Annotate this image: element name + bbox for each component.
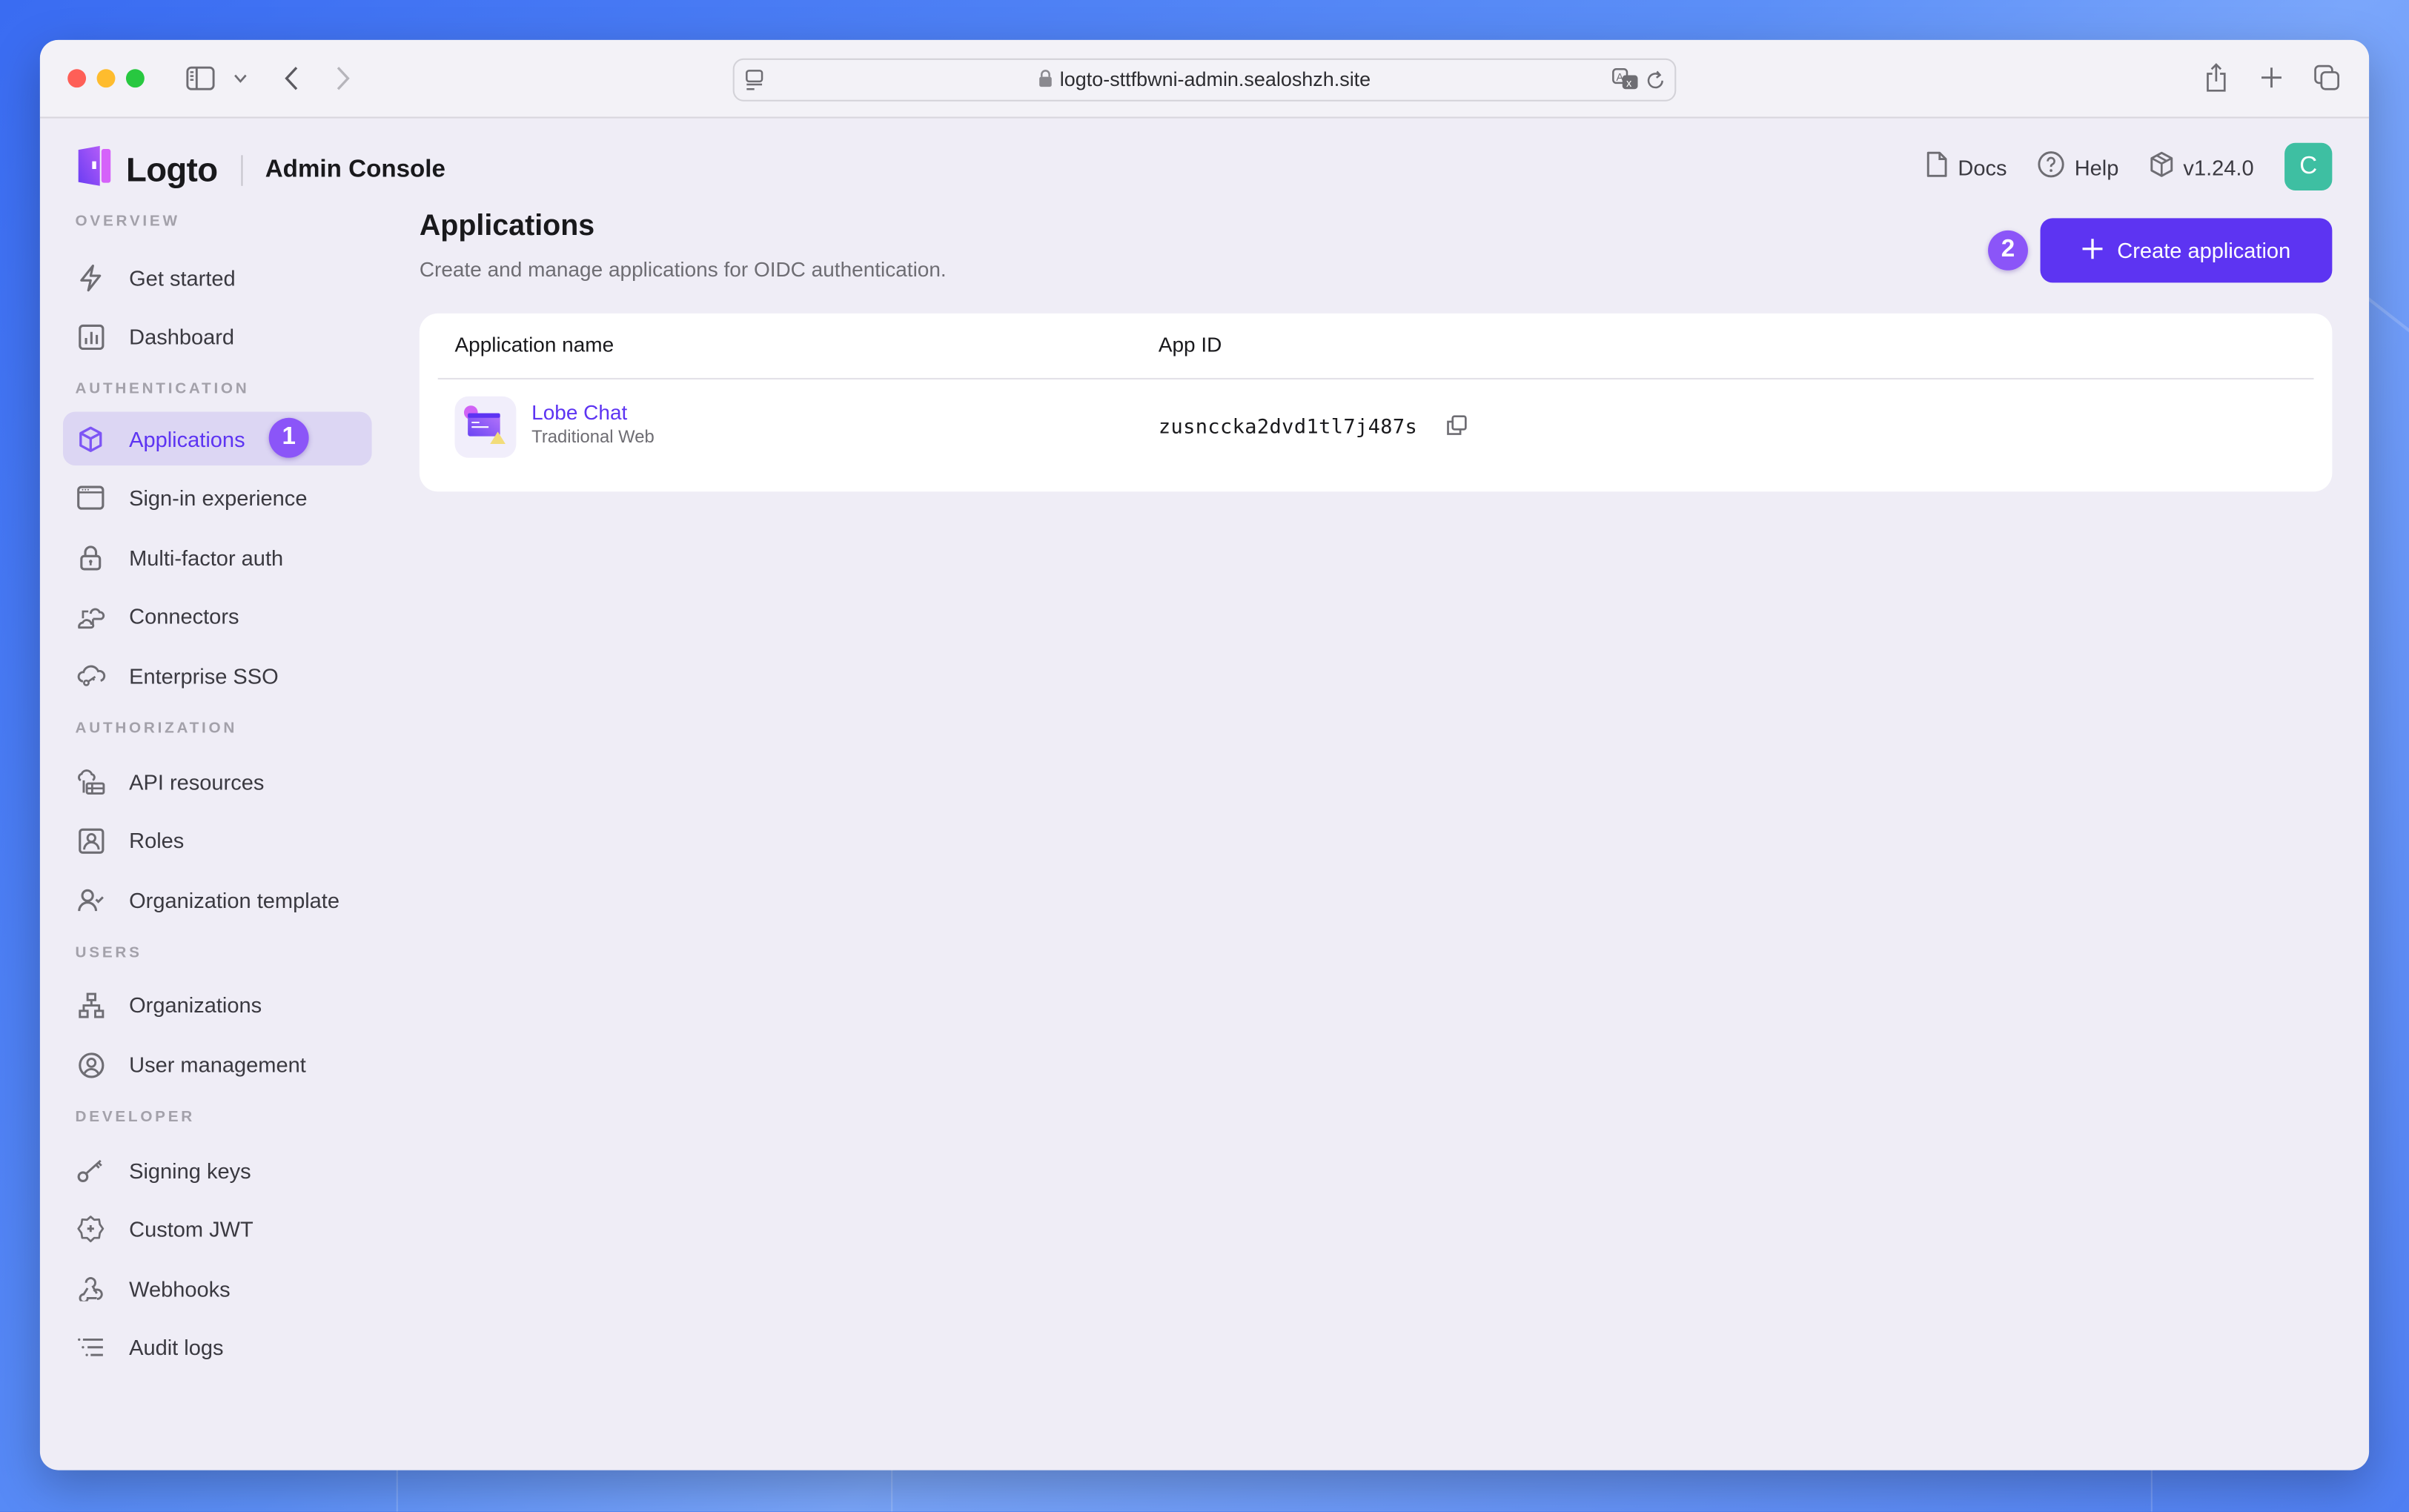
user-check-icon <box>76 885 106 915</box>
brand[interactable]: Logto Admin Console <box>77 145 445 195</box>
sidebar-item-webhooks[interactable]: Webhooks <box>63 1261 372 1316</box>
key-icon <box>76 1155 106 1185</box>
column-header-app-id: App ID <box>1158 333 1222 357</box>
lock-icon <box>76 542 106 572</box>
wallpaper-line <box>891 1470 893 1512</box>
tab-overview-icon[interactable] <box>2312 63 2339 90</box>
application-type: Traditional Web <box>531 428 655 448</box>
address-bar[interactable]: logto-sttfbwni-admin.sealoshzh.site Ax <box>732 58 1677 102</box>
sidebar-item-custom-jwt[interactable]: Custom JWT <box>63 1202 372 1256</box>
browser-window: logto-sttfbwni-admin.sealoshzh.site Ax L… <box>39 39 2370 1470</box>
top-navigation: Docs Help v1.24.0 C <box>1926 142 2333 191</box>
docs-link[interactable]: Docs <box>1926 150 2007 183</box>
forward-button[interactable] <box>332 63 354 93</box>
badge-plus-icon <box>76 1214 106 1244</box>
sidebar-item-organization-template[interactable]: Organization template <box>63 873 372 927</box>
admin-console-page: Logto Admin Console Docs Help v1.24.0 C <box>40 119 2369 1470</box>
url-display: logto-sttfbwni-admin.sealoshzh.site <box>735 67 1674 92</box>
bar-chart-icon <box>76 321 106 351</box>
copy-icon <box>1445 415 1467 442</box>
sidebar-section-developer: DEVELOPER <box>75 1109 196 1127</box>
logto-logo-icon <box>77 145 114 195</box>
brand-divider <box>240 154 242 185</box>
cloud-key-icon <box>76 660 106 691</box>
main-content: Applications Create and manage applicati… <box>419 210 2333 492</box>
sidebar-toggle-icon[interactable] <box>185 63 215 93</box>
wallpaper-line <box>396 1470 398 1512</box>
user-badge-icon <box>76 826 106 856</box>
document-icon <box>1926 150 1958 183</box>
lightning-icon <box>76 262 106 292</box>
table-header-divider <box>437 377 2314 379</box>
minimize-window-button[interactable] <box>96 69 116 88</box>
sidebar-item-organizations[interactable]: Organizations <box>63 978 372 1032</box>
applications-table: Application name App ID Lobe Chat Tradit… <box>419 313 2333 492</box>
sidebar-item-user-management[interactable]: User management <box>63 1038 372 1092</box>
help-link[interactable]: Help <box>2038 150 2118 183</box>
sidebar-item-signing-keys[interactable]: Signing keys <box>63 1143 372 1197</box>
hierarchy-icon <box>76 990 106 1021</box>
chevron-down-icon[interactable] <box>231 69 249 87</box>
list-icon <box>76 1333 106 1363</box>
cube-icon <box>76 423 106 454</box>
create-application-button[interactable]: Create application <box>2040 218 2333 283</box>
column-header-application-name: Application name <box>454 333 614 357</box>
sidebar-item-audit-logs[interactable]: Audit logs <box>63 1321 372 1375</box>
traditional-web-app-icon <box>454 396 517 458</box>
help-circle-icon <box>2038 150 2075 183</box>
user-avatar[interactable]: C <box>2284 142 2333 191</box>
step-badge-2: 2 <box>1988 230 2028 271</box>
browser-window-icon <box>76 483 106 513</box>
step-badge-1: 1 <box>268 418 309 459</box>
svg-text:x: x <box>1626 78 1632 90</box>
sidebar-item-sign-in-experience[interactable]: Sign-in experience <box>63 471 372 525</box>
wallpaper-line <box>2150 1470 2153 1512</box>
reload-icon[interactable] <box>1646 67 1667 92</box>
box-icon <box>2150 150 2184 183</box>
browser-toolbar: logto-sttfbwni-admin.sealoshzh.site Ax <box>39 39 2370 119</box>
console-name: Admin Console <box>265 156 445 182</box>
sidebar-item-applications[interactable]: Applications 1 <box>62 411 372 466</box>
copy-app-id-button[interactable] <box>1445 415 1470 440</box>
sidebar-item-multi-factor-auth[interactable]: Multi-factor auth <box>63 531 372 585</box>
sidebar-item-connectors[interactable]: Connectors <box>63 590 372 644</box>
translate-icon[interactable]: Ax <box>1611 66 1639 93</box>
brand-name: Logto <box>125 150 218 188</box>
user-circle-icon <box>76 1050 106 1080</box>
sidebar: OVERVIEW Get started Dashboard AUTHENTIC… <box>62 208 372 1381</box>
plus-icon <box>2082 237 2118 263</box>
webhook-icon <box>76 1273 106 1304</box>
share-icon[interactable] <box>2201 60 2229 94</box>
sidebar-item-enterprise-sso[interactable]: Enterprise SSO <box>63 649 372 703</box>
sidebar-section-overview: OVERVIEW <box>75 213 180 231</box>
sidebar-section-authorization: AUTHORIZATION <box>75 720 238 738</box>
desktop: logto-sttfbwni-admin.sealoshzh.site Ax L… <box>0 0 2409 1512</box>
lock-icon <box>1038 69 1053 92</box>
sidebar-item-dashboard[interactable]: Dashboard <box>63 310 372 364</box>
new-tab-icon[interactable] <box>2257 63 2284 90</box>
version-link[interactable]: v1.24.0 <box>2150 150 2254 183</box>
application-name-link[interactable]: Lobe Chat <box>531 401 627 424</box>
application-id: zusnccka2dvd1tl7j487s <box>1158 416 1418 440</box>
sidebar-section-users: USERS <box>75 944 142 962</box>
sidebar-item-get-started[interactable]: Get started <box>63 251 372 305</box>
close-window-button[interactable] <box>67 69 87 88</box>
sidebar-item-roles[interactable]: Roles <box>63 814 372 868</box>
maximize-window-button[interactable] <box>125 69 145 88</box>
sidebar-item-api-resources[interactable]: API resources <box>63 755 372 809</box>
cloud-connector-icon <box>76 601 106 631</box>
url-text: logto-sttfbwni-admin.sealoshzh.site <box>1059 67 1371 91</box>
back-button[interactable] <box>279 63 301 93</box>
cloud-database-icon <box>76 766 106 797</box>
sidebar-section-authentication: AUTHENTICATION <box>75 381 250 399</box>
